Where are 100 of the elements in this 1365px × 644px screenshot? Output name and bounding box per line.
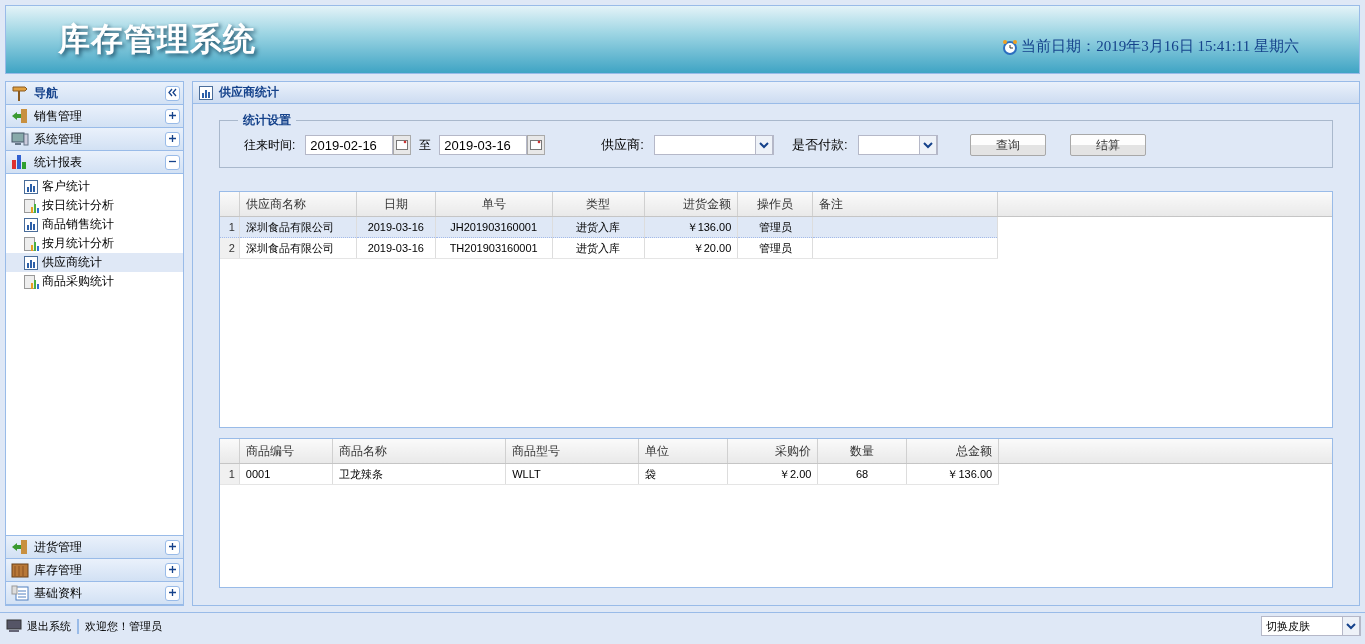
column-header[interactable]: 操作员 xyxy=(737,192,813,217)
column-header[interactable]: 类型 xyxy=(552,192,645,217)
nav-section-header[interactable]: 销售管理 xyxy=(6,105,183,128)
plus-icon xyxy=(168,541,177,551)
table-cell: 袋 xyxy=(638,463,728,485)
document-chart-icon xyxy=(23,197,39,214)
column-header[interactable]: 商品编号 xyxy=(239,439,333,464)
column-header[interactable]: 数量 xyxy=(817,439,907,464)
table-cell: 68 xyxy=(817,463,907,485)
column-header[interactable]: 商品名称 xyxy=(332,439,506,464)
column-header[interactable]: 商品型号 xyxy=(505,439,639,464)
welcome-text: 欢迎您！管理员 xyxy=(85,618,163,634)
nav-section-label: 基础资料 xyxy=(34,584,83,602)
nav-section-header[interactable]: 基础资料 xyxy=(6,582,183,605)
table-row[interactable]: 1 深圳食品有限公司 2019-03-16 JH201903160001 进货入库 ￥136.00 管理员 xyxy=(220,216,1332,238)
current-date: 当前日期：2019年3月16日 15:41:11 星期六 xyxy=(1021,37,1299,56)
expand-button[interactable] xyxy=(165,108,180,124)
door-arrow-icon xyxy=(11,539,29,555)
nav-section-label: 销售管理 xyxy=(34,107,83,125)
column-header[interactable]: 单号 xyxy=(435,192,553,217)
date-field[interactable]: 2019-03-16 xyxy=(439,135,528,155)
action-button[interactable]: 查询 xyxy=(969,134,1046,156)
plus-icon xyxy=(168,133,177,143)
row-number: 2 xyxy=(220,237,240,259)
clock-icon xyxy=(1002,38,1019,55)
document-chart-icon xyxy=(23,235,39,252)
table-row[interactable]: 1 0001 卫龙辣条 WLLT 袋 ￥2.00 68 ￥136.00 xyxy=(220,463,1332,485)
double-chevron-icon xyxy=(168,87,177,97)
bar-chart-icon xyxy=(11,154,29,170)
expand-button[interactable] xyxy=(165,539,180,555)
tree-item[interactable]: 按月统计分析 xyxy=(6,234,183,253)
expand-button[interactable] xyxy=(165,562,180,578)
skin-dropdown[interactable]: 切换皮肤 xyxy=(1261,616,1361,636)
column-header[interactable]: 进货金额 xyxy=(644,192,738,217)
logout-link[interactable]: 退出系统 xyxy=(27,618,71,634)
table-cell: 2019-03-16 xyxy=(356,237,436,259)
plus-icon xyxy=(168,564,177,574)
expand-button[interactable] xyxy=(165,131,180,147)
column-header[interactable]: 日期 xyxy=(356,192,436,217)
field-label: 供应商: xyxy=(601,136,644,154)
nav-section-label: 统计报表 xyxy=(34,153,83,171)
column-header[interactable]: 单位 xyxy=(638,439,728,464)
plus-icon xyxy=(168,587,177,597)
form-icon xyxy=(11,585,29,601)
door-arrow-icon xyxy=(11,108,29,124)
tree-item[interactable]: 按日统计分析 xyxy=(6,196,183,215)
field-label: 是否付款: xyxy=(791,136,848,154)
signpost-icon xyxy=(11,85,29,101)
table-cell: 进货入库 xyxy=(552,237,645,259)
action-button[interactable]: 结算 xyxy=(1069,134,1146,156)
calendar-icon[interactable] xyxy=(527,135,546,155)
bar-chart-icon xyxy=(198,84,214,101)
group-legend: 统计设置 xyxy=(238,112,296,129)
bar-chart-icon xyxy=(23,254,39,271)
collapse-button[interactable] xyxy=(165,85,180,101)
tree-item[interactable]: 供应商统计 xyxy=(6,253,183,272)
tree-item[interactable]: 商品采购统计 xyxy=(6,272,183,291)
tree-item-label: 按日统计分析 xyxy=(42,197,114,214)
table-cell: 卫龙辣条 xyxy=(332,463,506,485)
computer-icon xyxy=(6,619,22,633)
column-header[interactable]: 总金额 xyxy=(906,439,999,464)
tree-item[interactable]: 商品销售统计 xyxy=(6,215,183,234)
tree-item-label: 商品销售统计 xyxy=(42,216,114,233)
bar-chart-icon xyxy=(23,216,39,233)
table-cell: ￥2.00 xyxy=(727,463,818,485)
table-cell: ￥136.00 xyxy=(906,463,999,485)
tree-item-label: 商品采购统计 xyxy=(42,273,114,290)
collapse-button[interactable] xyxy=(165,154,180,170)
crate-icon xyxy=(11,562,29,578)
computer-icon xyxy=(11,131,29,147)
tree-item[interactable]: 客户统计 xyxy=(6,177,183,196)
table-cell: 0001 xyxy=(239,463,333,485)
date-field[interactable]: 2019-02-16 xyxy=(305,135,394,155)
nav-section-header[interactable]: 系统管理 xyxy=(6,128,183,151)
column-header[interactable]: 供应商名称 xyxy=(239,192,357,217)
calendar-icon[interactable] xyxy=(393,135,412,155)
table-cell: WLLT xyxy=(505,463,639,485)
column-header[interactable]: 备注 xyxy=(812,192,998,217)
nav-section-header[interactable]: 库存管理 xyxy=(6,559,183,582)
nav-section-header[interactable]: 统计报表 xyxy=(6,151,183,174)
panel-title: 供应商统计 xyxy=(219,84,279,101)
app-title: 库存管理系统 xyxy=(58,19,256,59)
table-cell: TH201903160001 xyxy=(435,237,553,259)
document-chart-icon xyxy=(23,273,39,290)
field-label: 至 xyxy=(419,136,432,154)
tree-item-label: 供应商统计 xyxy=(42,254,102,271)
nav-section-label: 进货管理 xyxy=(34,538,83,556)
tree-item-label: 按月统计分析 xyxy=(42,235,114,252)
column-header[interactable]: 采购价 xyxy=(727,439,818,464)
table-row[interactable]: 2 深圳食品有限公司 2019-03-16 TH201903160001 进货入库 ￥20.00 管理员 xyxy=(220,237,1332,259)
nav-section-label: 系统管理 xyxy=(34,130,83,148)
row-number: 1 xyxy=(220,216,240,238)
navigation-title: 导航 xyxy=(34,84,59,102)
expand-button[interactable] xyxy=(165,585,180,601)
nav-section-header[interactable]: 进货管理 xyxy=(6,536,183,559)
table-cell: 管理员 xyxy=(737,237,813,259)
row-number: 1 xyxy=(220,463,240,485)
field-label: 往来时间: xyxy=(244,136,296,154)
nav-section-label: 库存管理 xyxy=(34,561,83,579)
tree-item-label: 客户统计 xyxy=(42,178,90,195)
